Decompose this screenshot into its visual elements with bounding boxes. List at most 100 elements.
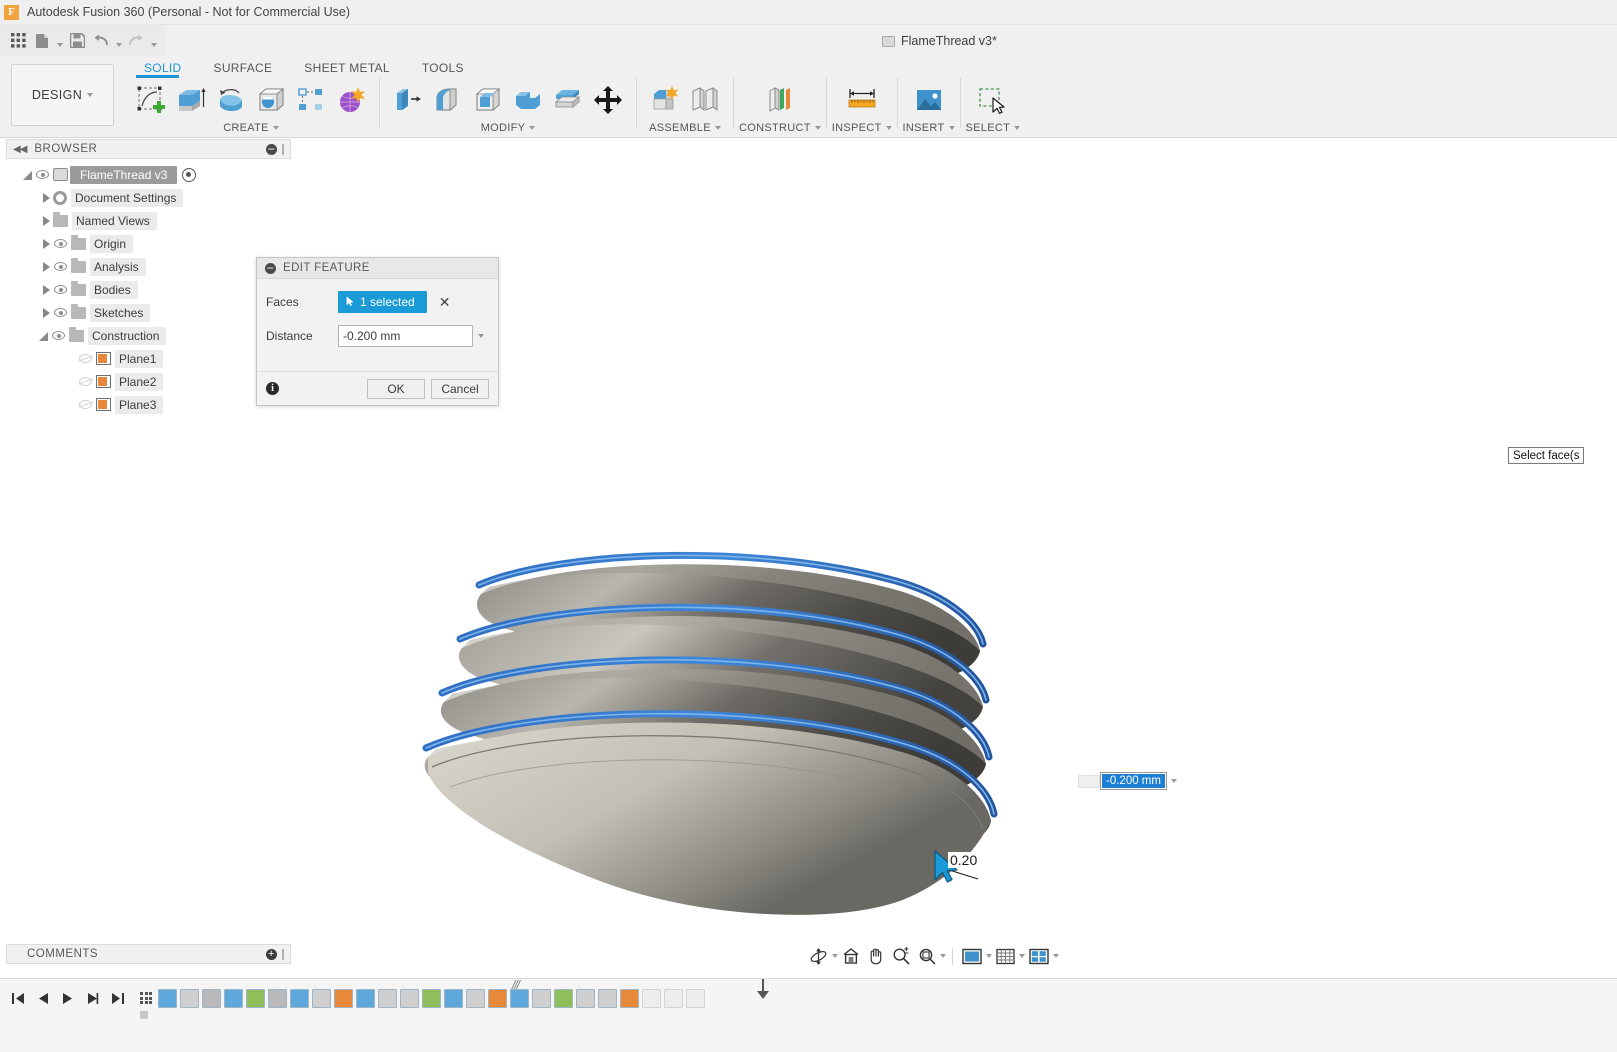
select-group-label[interactable]: SELECT	[966, 122, 1021, 134]
new-component-button[interactable]	[646, 79, 684, 121]
display-settings-button[interactable]	[959, 944, 985, 968]
extrude-button[interactable]	[172, 79, 210, 121]
redo-button[interactable]	[124, 28, 148, 54]
expand-arrow-icon[interactable]	[38, 329, 51, 342]
fit-caret-icon[interactable]	[940, 954, 946, 958]
insert-image-button[interactable]	[910, 79, 948, 121]
timeline-feature-12[interactable]	[400, 989, 419, 1008]
timeline-feature-9[interactable]	[334, 989, 353, 1008]
tree-item-root[interactable]: FlameThread v3	[6, 163, 291, 186]
assemble-group-label[interactable]: ASSEMBLE	[649, 122, 721, 134]
collapse-panel-icon[interactable]: ◀◀	[13, 144, 26, 155]
visibility-eye-icon[interactable]	[51, 329, 66, 342]
timeline-feature-5[interactable]	[246, 989, 265, 1008]
timeline-feature-25[interactable]	[686, 989, 705, 1008]
visibility-eye-icon[interactable]	[53, 306, 68, 319]
browser-resize-grip[interactable]	[282, 144, 284, 155]
visibility-eye-icon[interactable]	[53, 283, 68, 296]
timeline-feature-1[interactable]	[158, 989, 177, 1008]
workspace-selector[interactable]: DESIGN	[11, 64, 114, 126]
add-comment-icon[interactable]: +	[266, 949, 277, 960]
expand-arrow-icon[interactable]	[40, 306, 53, 319]
timeline-feature-23[interactable]	[642, 989, 661, 1008]
comments-resize-grip[interactable]	[282, 949, 284, 960]
tree-item-plane3[interactable]: Plane3	[6, 393, 291, 416]
redo-caret[interactable]	[148, 28, 159, 54]
clear-selection-icon[interactable]: ✕	[439, 295, 451, 309]
new-file-caret[interactable]	[54, 28, 65, 54]
tree-item-analysis[interactable]: Analysis	[6, 255, 291, 278]
tree-item-document-settings[interactable]: Document Settings	[6, 186, 291, 209]
offset-face-button[interactable]	[549, 79, 587, 121]
timeline-feature-21[interactable]	[598, 989, 617, 1008]
manipulator-handle[interactable]	[1078, 775, 1100, 788]
visibility-eye-icon[interactable]	[35, 168, 50, 181]
select-button[interactable]	[974, 79, 1012, 121]
distance-dropdown-caret[interactable]	[473, 325, 489, 347]
timeline-feature-15[interactable]	[466, 989, 485, 1008]
pan-button[interactable]	[864, 944, 888, 968]
timeline-feature-20[interactable]	[576, 989, 595, 1008]
tab-tools[interactable]: TOOLS	[406, 58, 480, 80]
expand-arrow-icon[interactable]	[40, 283, 53, 296]
timeline-feature-19[interactable]	[554, 989, 573, 1008]
timeline-feature-14[interactable]	[444, 989, 463, 1008]
viewports-button[interactable]	[1026, 944, 1052, 968]
visibility-eye-off-icon[interactable]	[78, 352, 93, 365]
hole-button[interactable]	[252, 79, 290, 121]
new-file-button[interactable]	[30, 28, 54, 54]
zoom-button[interactable]	[889, 944, 914, 968]
modify-group-label[interactable]: MODIFY	[481, 122, 536, 134]
app-grid-button[interactable]	[6, 28, 30, 54]
expand-arrow-icon[interactable]	[40, 260, 53, 273]
tree-item-origin[interactable]: Origin	[6, 232, 291, 255]
shell-button[interactable]	[469, 79, 507, 121]
create-form-button[interactable]	[332, 79, 370, 121]
visibility-eye-icon[interactable]	[53, 260, 68, 273]
timeline-feature-24[interactable]	[664, 989, 683, 1008]
press-pull-button[interactable]	[389, 79, 427, 121]
timeline-feature-8[interactable]	[312, 989, 331, 1008]
go-to-end-button[interactable]	[106, 985, 130, 1011]
timeline-feature-2[interactable]	[180, 989, 199, 1008]
tree-item-construction[interactable]: Construction	[6, 324, 291, 347]
canvas-distance-input-group[interactable]: -0.200 mm	[1078, 772, 1181, 790]
insert-group-label[interactable]: INSERT	[903, 122, 955, 134]
dialog-collapse-icon[interactable]: −	[265, 263, 276, 274]
dialog-title-bar[interactable]: − EDIT FEATURE	[257, 258, 498, 279]
faces-selection-chip[interactable]: 1 selected	[338, 291, 427, 313]
tab-surface[interactable]: SURFACE	[198, 58, 289, 80]
undo-button[interactable]	[89, 28, 113, 54]
construct-group-label[interactable]: CONSTRUCT	[739, 122, 821, 134]
orbit-caret-icon[interactable]	[832, 954, 838, 958]
revolve-button[interactable]	[212, 79, 250, 121]
create-group-label[interactable]: CREATE	[223, 122, 279, 134]
display-settings-caret-icon[interactable]	[986, 954, 992, 958]
info-icon[interactable]: i	[266, 382, 279, 395]
save-button[interactable]	[65, 28, 89, 54]
tree-item-named-views[interactable]: Named Views	[6, 209, 291, 232]
timeline-feature-10[interactable]	[356, 989, 375, 1008]
timeline-feature-22[interactable]	[620, 989, 639, 1008]
combine-button[interactable]	[509, 79, 547, 121]
play-button[interactable]	[56, 985, 80, 1011]
orbit-button[interactable]	[806, 944, 831, 968]
tree-item-plane1[interactable]: Plane1	[6, 347, 291, 370]
timeline-feature-18[interactable]	[532, 989, 551, 1008]
visibility-eye-off-icon[interactable]	[78, 398, 93, 411]
expand-arrow-icon[interactable]	[40, 214, 53, 227]
grid-snap-caret-icon[interactable]	[1019, 954, 1025, 958]
fit-button[interactable]	[915, 944, 939, 968]
create-sketch-button[interactable]	[132, 79, 170, 121]
tree-item-bodies[interactable]: Bodies	[6, 278, 291, 301]
joint-button[interactable]	[686, 79, 724, 121]
timeline-feature-6[interactable]	[268, 989, 287, 1008]
measure-button[interactable]	[843, 79, 881, 121]
grid-snap-button[interactable]	[993, 944, 1018, 968]
timeline-menu-grip[interactable]	[140, 992, 152, 1004]
visibility-eye-icon[interactable]	[53, 237, 68, 250]
expand-arrow-icon[interactable]	[22, 168, 35, 181]
expand-arrow-icon[interactable]	[40, 191, 53, 204]
timeline-feature-4[interactable]	[224, 989, 243, 1008]
browser-minimize-icon[interactable]: −	[266, 144, 277, 155]
